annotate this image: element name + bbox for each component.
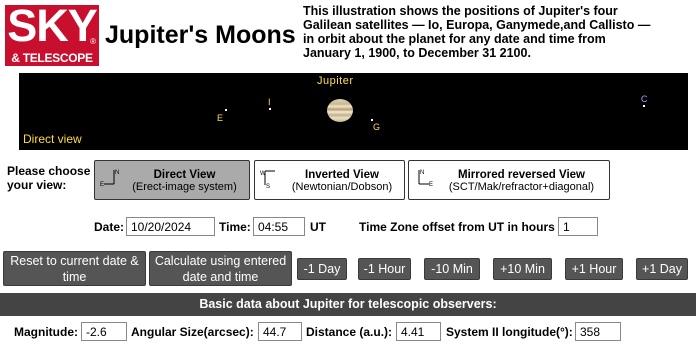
planet-label: Jupiter xyxy=(317,75,354,87)
svg-text:E: E xyxy=(429,182,433,188)
mirrored-view-subtitle: (SCT/Mak/refractor+diagonal) xyxy=(448,181,595,193)
moon-europa-dot xyxy=(225,109,227,111)
minus-10-min-button[interactable]: -10 Min xyxy=(424,258,480,280)
view-choice-prompt: Please choose your view: xyxy=(7,164,91,192)
logo-wordmark: SKY xyxy=(7,0,98,51)
moon-ganymede-label: G xyxy=(373,122,381,132)
sky-view-canvas: Jupiter E I G C Direct view xyxy=(19,73,688,150)
svg-text:W: W xyxy=(260,171,266,177)
direct-view-button[interactable]: N E Direct View (Erect-image system) xyxy=(94,160,250,200)
plus-1-day-button[interactable]: +1 Day xyxy=(636,258,688,280)
moon-io-dot xyxy=(269,108,271,110)
orientation-inverted-icon: W S xyxy=(260,167,280,190)
tz-offset-input[interactable] xyxy=(558,217,598,236)
page-title: Jupiter's Moons xyxy=(105,21,296,49)
plus-1-hour-button[interactable]: +1 Hour xyxy=(565,258,623,280)
minus-1-day-button[interactable]: -1 Day xyxy=(297,258,347,280)
magnitude-field[interactable] xyxy=(81,322,127,341)
system-ii-longitude-label: System II longitude(°): xyxy=(446,325,573,339)
mirrored-view-button[interactable]: N E Mirrored reversed View (SCT/Mak/refr… xyxy=(408,160,610,200)
orientation-direct-icon: N E xyxy=(100,167,120,189)
svg-text:E: E xyxy=(100,182,104,188)
date-input[interactable] xyxy=(126,217,215,236)
plus-10-min-button[interactable]: +10 Min xyxy=(493,258,552,280)
moon-europa-label: E xyxy=(217,113,224,123)
mirrored-view-title: Mirrored reversed View xyxy=(458,169,585,181)
data-section-heading: Basic data about Jupiter for telescopic … xyxy=(0,293,696,316)
moon-callisto-dot xyxy=(643,105,645,107)
ut-label: UT xyxy=(310,220,326,234)
inverted-view-button[interactable]: W S Inverted View (Newtonian/Dobson) xyxy=(254,160,405,200)
direct-view-title: Direct View xyxy=(153,169,216,181)
intro-text: This illustration shows the positions of… xyxy=(303,4,651,60)
view-mode-label: Direct view xyxy=(23,132,82,146)
system-ii-longitude-field[interactable] xyxy=(575,322,621,341)
distance-label: Distance (a.u.): xyxy=(306,325,393,339)
logo-tagline: & TELESCOPE xyxy=(11,51,93,65)
inverted-view-title: Inverted View xyxy=(305,169,379,181)
svg-text:S: S xyxy=(266,184,270,189)
svg-text:N: N xyxy=(115,170,119,176)
distance-field[interactable] xyxy=(396,322,441,341)
angular-size-label: Angular Size(arcsec): xyxy=(131,325,254,339)
moon-callisto-label: C xyxy=(641,94,648,104)
magnitude-label: Magnitude: xyxy=(14,325,78,339)
inverted-view-subtitle: (Newtonian/Dobson) xyxy=(291,181,393,193)
direct-view-subtitle: (Erect-image system) xyxy=(132,181,237,193)
tz-offset-label: Time Zone offset from UT in hours xyxy=(359,220,555,234)
logo-registered-mark: ® xyxy=(90,37,96,46)
reset-current-datetime-button[interactable]: Reset to current date & time xyxy=(3,251,146,286)
sky-telescope-logo[interactable]: SKY ® & TELESCOPE xyxy=(5,0,99,66)
time-input[interactable] xyxy=(253,217,305,236)
jupiter-disk xyxy=(327,99,353,122)
orientation-mirrored-icon: N E xyxy=(414,167,434,189)
angular-size-field[interactable] xyxy=(258,322,302,341)
minus-1-hour-button[interactable]: -1 Hour xyxy=(358,258,411,280)
moon-ganymede-dot xyxy=(371,119,373,121)
moon-io-label: I xyxy=(268,97,271,107)
svg-text:N: N xyxy=(420,170,424,176)
date-label: Date: xyxy=(94,220,125,234)
calculate-button[interactable]: Calculate using entered date and time xyxy=(149,251,292,286)
time-label: Time: xyxy=(219,220,251,234)
